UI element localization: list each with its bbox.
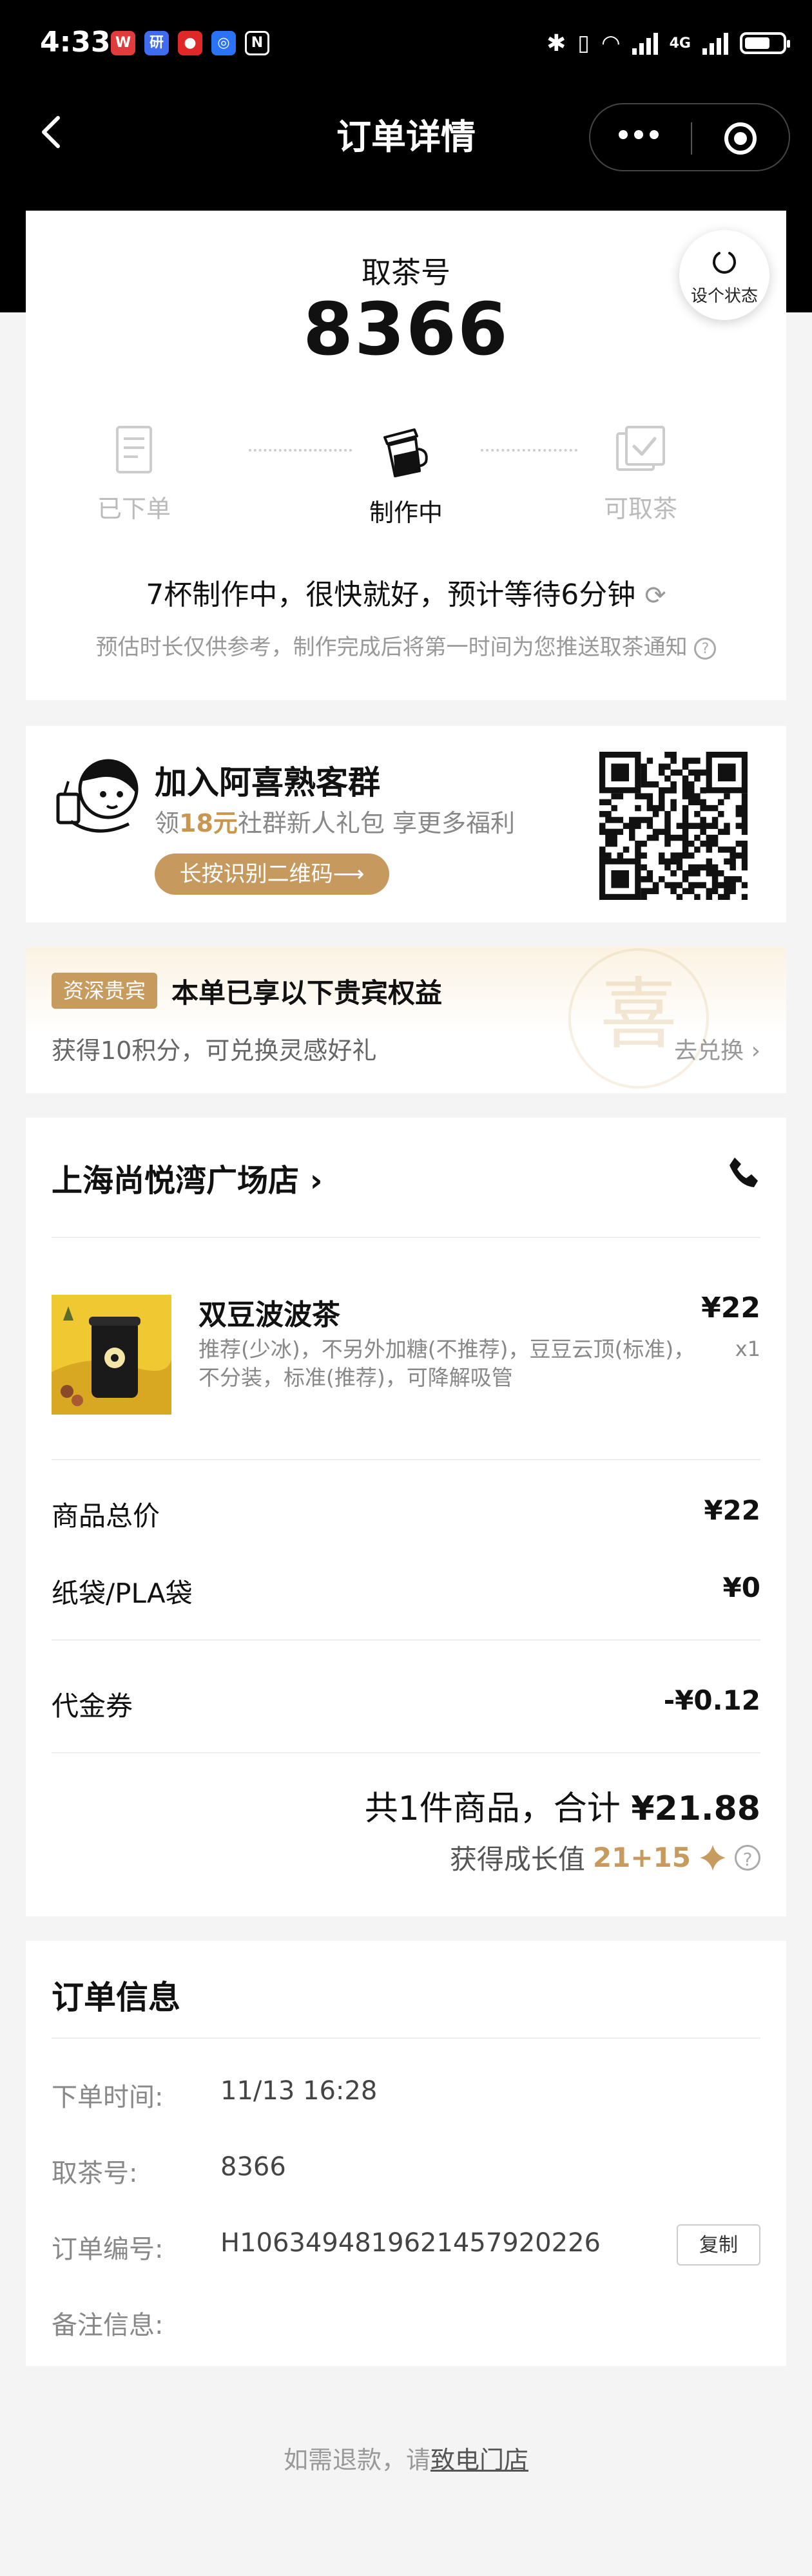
vip-points-desc: 获得10积分，可兑换灵感好礼	[52, 1036, 377, 1065]
close-miniapp-icon[interactable]	[724, 122, 757, 155]
bag-fee-label: 纸袋/PLA袋	[52, 1578, 193, 1609]
map-app-icon: 研	[144, 31, 169, 55]
more-icon[interactable]	[619, 130, 659, 139]
growth-label: 获得成长值	[449, 1844, 585, 1875]
vip-title: 本单已享以下贵宾权益	[171, 977, 443, 1009]
voucher-label: 代金券	[52, 1690, 133, 1722]
order-total: 共1件商品，合计 ¥21.88	[365, 1781, 760, 1829]
seal-watermark: 喜	[568, 948, 709, 1089]
growth-help-icon[interactable]: ?	[735, 1844, 760, 1871]
pickup-number: 8366	[303, 288, 509, 372]
copy-button[interactable]: 复制	[677, 2224, 760, 2266]
product-options: 推荐(少冰)，不另外加糖(不推荐)，豆豆云顶(标准)，不分装，标准(推荐)，可降…	[198, 1337, 695, 1390]
pickup-no-label: 取茶号:	[52, 2159, 138, 2188]
community-sub-highlight: 18元	[179, 809, 238, 837]
step-making: 制作中	[342, 423, 470, 528]
total-value: ¥21.88	[631, 1789, 760, 1828]
bluetooth-icon: ✱	[546, 30, 566, 57]
remark-label: 备注信息:	[52, 2311, 164, 2340]
clock: 4:33	[40, 26, 111, 59]
community-card: 加入阿喜熟客群 领18元社群新人礼包 享更多福利 长按识别二维码⟶	[26, 726, 786, 922]
set-status-label: 设个状态	[690, 287, 758, 306]
community-sub-prefix: 领	[155, 809, 180, 837]
exchange-link[interactable]: 去兑换 ›	[674, 1032, 760, 1065]
order-info-title: 订单信息	[52, 1979, 180, 2016]
pickup-no-value: 8366	[220, 2152, 286, 2182]
battery-icon	[740, 32, 790, 54]
order-time-label: 下单时间:	[52, 2083, 164, 2112]
growth-value-row: 获得成长值 21+15 ?	[450, 1838, 760, 1877]
signal-icon-2	[702, 32, 728, 55]
step-ready-label: 可取茶	[603, 495, 677, 523]
community-title: 加入阿喜熟客群	[155, 764, 380, 801]
scan-qr-button[interactable]: 长按识别二维码⟶	[155, 854, 389, 895]
vip-tag: 资深贵宾	[52, 973, 158, 1009]
wait-status-text: 7杯制作中，很快就好，预计等待6分钟	[146, 578, 636, 611]
estimate-note: 预估时长仅供参考，制作完成后将第一时间为您推送取茶通知 ?	[26, 629, 786, 661]
wait-status: 7杯制作中，很快就好，预计等待6分钟 ⟳	[26, 571, 786, 613]
w-app-icon: W	[111, 31, 135, 55]
step-ready: 可取茶	[576, 423, 705, 524]
community-sub-suffix: 社群新人礼包 享更多福利	[237, 809, 515, 837]
receipt-icon	[116, 426, 152, 473]
order-info-card: 订单信息 下单时间: 11/13 16:28 取茶号: 8366 订单编号: H…	[26, 1941, 786, 2366]
network-type: 4G	[669, 35, 691, 52]
refresh-icon	[713, 252, 736, 274]
subtotal-label: 商品总价	[52, 1500, 160, 1532]
voucher-value: -¥0.12	[663, 1684, 760, 1716]
step-ordered-label: 已下单	[97, 495, 171, 523]
refresh-wait-icon[interactable]: ⟳	[644, 581, 666, 611]
nfc-icon: N	[245, 31, 269, 55]
mascot-illustration	[56, 759, 139, 833]
vip-card: 喜 资深贵宾 本单已享以下贵宾权益 获得10积分，可兑换灵感好礼 去兑换 ›	[26, 947, 786, 1093]
brewing-cup-icon	[383, 428, 428, 477]
community-subtitle: 领18元社群新人礼包 享更多福利	[155, 803, 515, 839]
phone-icon[interactable]	[726, 1155, 760, 1190]
order-id-label: 订单编号:	[52, 2235, 164, 2264]
set-status-button[interactable]: 设个状态	[679, 230, 769, 320]
estimate-note-text: 预估时长仅供参考，制作完成后将第一时间为您推送取茶通知	[95, 634, 688, 660]
help-icon[interactable]: ?	[694, 637, 717, 660]
sparkle-icon	[700, 1844, 726, 1871]
product-name: 双豆波波茶	[198, 1299, 340, 1331]
step-making-label: 制作中	[369, 499, 443, 527]
status-bar: 4:33 W 研 ● ◎ N ✱ ▯ ◠ 4G	[0, 0, 812, 93]
call-store-link[interactable]: 致电门店	[430, 2446, 528, 2474]
pickup-label: 取茶号	[362, 255, 450, 290]
growth-value: 21+15	[592, 1842, 691, 1873]
refund-prefix: 如需退款，请	[283, 2446, 430, 2474]
ready-check-icon	[616, 426, 665, 471]
total-prefix: 共1件商品，合计	[364, 1789, 621, 1828]
signal-icon	[632, 32, 658, 55]
link-app-icon: ◎	[211, 31, 236, 55]
product-price: ¥22	[701, 1292, 760, 1324]
product-quantity: x1	[735, 1337, 760, 1361]
product-image	[52, 1295, 171, 1415]
order-card: 上海尚悦湾广场店 › 双豆波波茶 推荐(少冰)，不另外加糖(不推荐)，豆豆云顶(…	[26, 1118, 786, 1916]
store-name[interactable]: 上海尚悦湾广场店 ›	[52, 1155, 323, 1200]
qr-code[interactable]	[599, 752, 748, 900]
order-time-value: 11/13 16:28	[220, 2076, 378, 2106]
miniapp-capsule	[589, 103, 790, 171]
vibrate-icon: ▯	[577, 30, 590, 56]
bag-fee-value: ¥0	[722, 1572, 760, 1603]
step-ordered: 已下单	[70, 423, 198, 524]
video-app-icon: ●	[178, 31, 202, 55]
wifi-icon: ◠	[601, 30, 621, 56]
subtotal-value: ¥22	[704, 1494, 760, 1526]
refund-notice: 如需退款，请致电门店	[0, 2440, 812, 2476]
pickup-card: 取茶号 8366 设个状态 已下单 制作中 可取茶 7杯制作中，很快就好，预计等…	[26, 211, 786, 700]
order-id-value: H1063494819621457920226	[220, 2228, 601, 2258]
